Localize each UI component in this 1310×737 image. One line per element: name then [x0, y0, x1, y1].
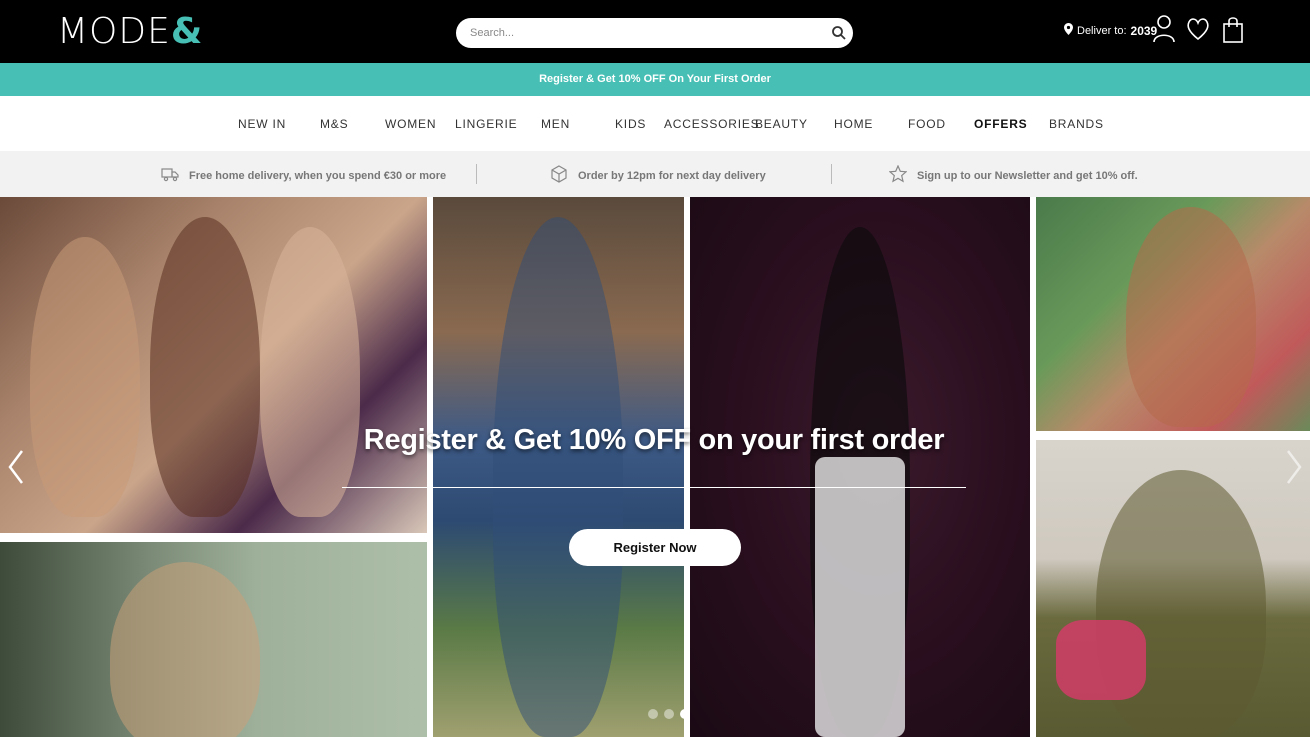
carousel-pagination — [648, 709, 690, 719]
carousel-dot[interactable] — [648, 709, 658, 719]
hero-image-menswear[interactable] — [433, 197, 684, 737]
hero-carousel: Register & Get 10% OFF on your first ord… — [0, 197, 1310, 737]
deliver-label: Deliver to: — [1077, 24, 1127, 37]
search-box — [456, 18, 853, 48]
chevron-right-icon[interactable] — [1284, 447, 1304, 487]
usp-text: Sign up to our Newsletter and get 10% of… — [917, 169, 1138, 182]
hero-image-lingerie-group[interactable] — [0, 197, 427, 533]
account-icon[interactable] — [1152, 14, 1176, 44]
usp-newsletter[interactable]: Sign up to our Newsletter and get 10% of… — [888, 164, 1138, 186]
nav-item-accessories[interactable]: ACCESSORIES — [664, 117, 760, 131]
wishlist-heart-icon[interactable] — [1186, 14, 1210, 44]
nav-item-home[interactable]: HOME — [834, 117, 873, 131]
nav-item-lingerie[interactable]: LINGERIE — [455, 117, 517, 131]
usp-free-delivery: Free home delivery, when you spend €30 o… — [161, 165, 446, 186]
nav-item-men[interactable]: MEN — [541, 117, 570, 131]
nav-item-beauty[interactable]: BEAUTY — [755, 117, 808, 131]
shopping-bag-icon[interactable] — [1221, 14, 1245, 44]
search-icon[interactable] — [831, 25, 847, 41]
carousel-dot[interactable] — [664, 709, 674, 719]
hero-image-outerwear[interactable] — [1036, 440, 1310, 737]
nav-item-ms[interactable]: M&S — [320, 117, 348, 131]
promo-banner[interactable]: Register & Get 10% OFF On Your First Ord… — [0, 63, 1310, 96]
nav-item-food[interactable]: FOOD — [908, 117, 946, 131]
site-logo[interactable]: MODE& — [57, 12, 203, 52]
hero-image-lingerie-model[interactable] — [0, 542, 427, 737]
search-input[interactable] — [470, 24, 820, 42]
logo-text: MODE — [57, 11, 171, 52]
nav-item-offers[interactable]: OFFERS — [974, 117, 1027, 131]
promo-text: Register & Get 10% OFF On Your First Ord… — [539, 73, 771, 85]
logo-ampersand: & — [170, 11, 204, 52]
star-icon — [888, 164, 908, 186]
main-navigation: NEW IN M&S WOMEN LINGERIE MEN KIDS ACCES… — [0, 96, 1310, 151]
hero-image-accessories[interactable] — [1036, 197, 1310, 431]
nav-item-brands[interactable]: BRANDS — [1049, 117, 1104, 131]
usp-divider — [476, 164, 477, 184]
usp-text: Free home delivery, when you spend €30 o… — [189, 169, 447, 182]
usp-bar: Free home delivery, when you spend €30 o… — [0, 151, 1310, 197]
nav-item-new-in[interactable]: NEW IN — [238, 117, 286, 131]
register-now-button[interactable]: Register Now — [569, 529, 741, 566]
usp-text: Order by 12pm for next day delivery — [578, 169, 766, 182]
hero-divider — [342, 487, 966, 488]
carousel-dot-active[interactable] — [680, 709, 690, 719]
hero-headline: Register & Get 10% OFF on your first ord… — [363, 424, 945, 456]
location-pin-icon — [1064, 23, 1073, 38]
box-icon — [550, 165, 568, 186]
nav-item-women[interactable]: WOMEN — [385, 117, 436, 131]
usp-next-day: Order by 12pm for next day delivery — [550, 165, 766, 186]
truck-icon — [161, 165, 179, 186]
header-bar: MODE& Deliver to: 2039 — [0, 0, 1310, 63]
deliver-to[interactable]: Deliver to: 2039 — [1064, 23, 1157, 38]
nav-item-kids[interactable]: KIDS — [615, 117, 646, 131]
usp-divider — [831, 164, 832, 184]
chevron-left-icon[interactable] — [6, 447, 26, 487]
hero-image-womenswear[interactable] — [690, 197, 1030, 737]
